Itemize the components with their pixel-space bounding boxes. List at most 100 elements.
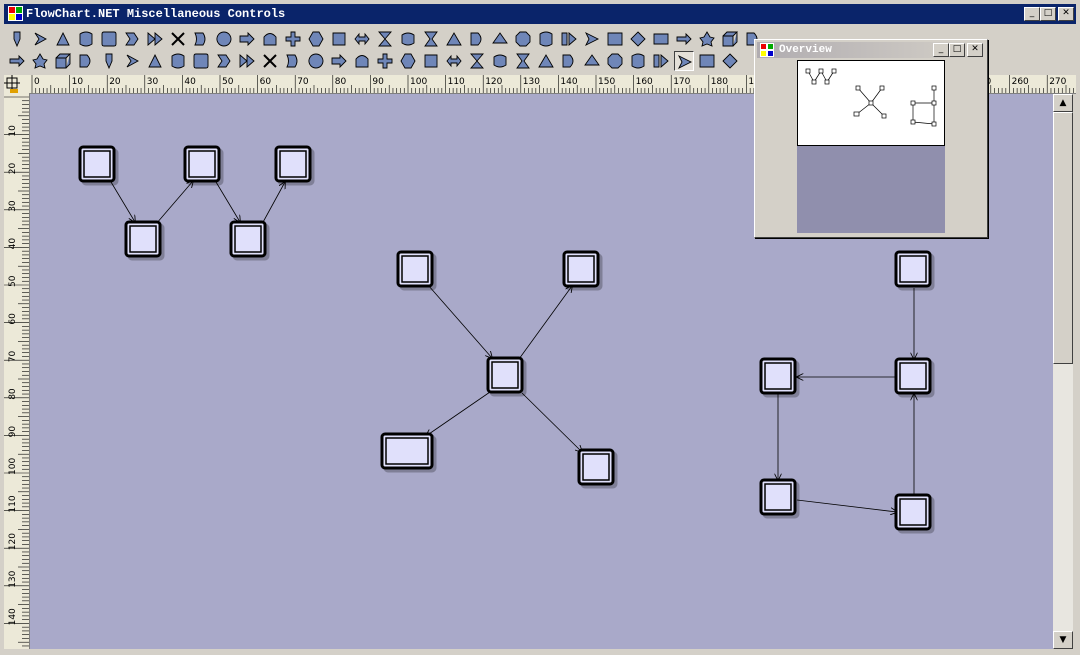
scroll-down-button[interactable]: ▼: [1053, 631, 1073, 649]
notch-rect-shape-tool-button[interactable]: [605, 51, 625, 71]
diagram-node[interactable]: [894, 250, 932, 288]
link[interactable]: [427, 284, 492, 358]
rect-shape-tool-button[interactable]: [7, 51, 27, 71]
link[interactable]: [261, 182, 285, 225]
close-button[interactable]: ✕: [1058, 7, 1074, 21]
delay-left-shape-tool-button[interactable]: [536, 29, 556, 49]
lightning-shape-tool-button[interactable]: [122, 51, 142, 71]
chevron-shape-tool-button[interactable]: [53, 29, 73, 49]
circle-shape-tool-button[interactable]: [697, 29, 717, 49]
overview-minimize-button[interactable]: _: [933, 43, 949, 57]
diagram-node[interactable]: [78, 145, 116, 183]
link[interactable]: [426, 391, 491, 436]
fast-forward-shape-tool-button[interactable]: [214, 29, 234, 49]
overview-maximize-button[interactable]: □: [949, 43, 965, 57]
d-shape-tool-button[interactable]: [421, 51, 441, 71]
double-chevron-shape-tool-button[interactable]: [76, 29, 96, 49]
down-triangle-shape-tool-button[interactable]: [720, 51, 740, 71]
delay-shape-tool-button[interactable]: [76, 51, 96, 71]
rounded-tab-shape-tool-button[interactable]: [513, 51, 533, 71]
collate-shape-tool-button[interactable]: [628, 29, 648, 49]
up-triangle-shape-tool-button[interactable]: [329, 29, 349, 49]
link[interactable]: [518, 286, 572, 360]
maximize-button[interactable]: □: [1040, 7, 1056, 21]
triangle-shape-tool-button[interactable]: [651, 51, 671, 71]
process-shape-tool-button[interactable]: [559, 51, 579, 71]
circle-shape-tool-button[interactable]: [375, 51, 395, 71]
flag-shape-tool-button[interactable]: [306, 51, 326, 71]
up-triangle-alt-shape-tool-button[interactable]: [352, 29, 372, 49]
merge-shape-tool-button[interactable]: [53, 51, 73, 71]
left-right-arrow-shape-tool-button[interactable]: [145, 29, 165, 49]
minimize-button[interactable]: _: [1024, 7, 1040, 21]
bracket-rect-shape-tool-button[interactable]: [490, 51, 510, 71]
document-shape-tool-button[interactable]: [145, 51, 165, 71]
overview-close-button[interactable]: ✕: [967, 43, 983, 57]
rect-frame-shape-tool-button[interactable]: [536, 51, 556, 71]
hourglass-shape-tool-button[interactable]: [306, 29, 326, 49]
link[interactable]: [796, 499, 897, 512]
diagram-node[interactable]: [274, 145, 312, 183]
play-outline-shape-tool-button[interactable]: [237, 29, 257, 49]
disk-shape-tool-button[interactable]: [490, 29, 510, 49]
package-shape-tool-button[interactable]: [582, 51, 602, 71]
cube-alt-shape-tool-button[interactable]: [352, 51, 372, 71]
rounded-square-shape-tool-button[interactable]: [697, 51, 717, 71]
diagram-node[interactable]: [486, 356, 524, 394]
triangle-shape-tool-button[interactable]: [30, 29, 50, 49]
diamond-shape-tool-button[interactable]: [559, 29, 579, 49]
diagram-node[interactable]: [894, 493, 932, 531]
rect-alt-shape-tool-button[interactable]: [720, 29, 740, 49]
hexagon-shape-tool-button[interactable]: [582, 29, 602, 49]
delay-shape-tool-button[interactable]: [191, 29, 211, 49]
scroll-up-button[interactable]: ▲: [1053, 94, 1073, 112]
cube-shape-tool-button[interactable]: [329, 51, 349, 71]
ruler-corner[interactable]: [4, 75, 29, 94]
rounded-rect-shape-tool-button[interactable]: [651, 29, 671, 49]
octagon-shape-tool-button[interactable]: [513, 29, 533, 49]
link[interactable]: [110, 181, 135, 222]
pentagon-shape-tool-button[interactable]: [467, 51, 487, 71]
card-shape-tool-button[interactable]: [214, 51, 234, 71]
link[interactable]: [521, 392, 582, 452]
play-shape-tool-button[interactable]: [168, 29, 188, 49]
down-triangle-shape-tool-button[interactable]: [191, 51, 211, 71]
diagram-node[interactable]: [124, 220, 162, 258]
overview-window[interactable]: Overview _ □ ✕: [754, 39, 988, 238]
right-arrow-shape-tool-button[interactable]: [99, 29, 119, 49]
rect-shape-tool-button[interactable]: [398, 29, 418, 49]
x-shape-tool-button[interactable]: [375, 29, 395, 49]
diagram-node[interactable]: [894, 357, 932, 395]
scrollbar-thumb[interactable]: [1053, 112, 1073, 364]
diagram-node[interactable]: [577, 448, 615, 486]
or-circle-shape-tool-button[interactable]: [99, 51, 119, 71]
pointer-shape-tool-button[interactable]: [7, 29, 27, 49]
title-bar[interactable]: FlowChart.NET Miscellaneous Controls _ □…: [4, 4, 1076, 24]
bowtie-shape-tool-button[interactable]: [283, 51, 303, 71]
play-box-shape-tool-button[interactable]: [30, 51, 50, 71]
diagram-node[interactable]: [229, 220, 267, 258]
cylinder-shape-tool-button[interactable]: [467, 29, 487, 49]
diagram-node[interactable]: [183, 145, 221, 183]
overview-title-bar[interactable]: Overview _ □ ✕: [757, 42, 983, 58]
cone-shape-tool-button[interactable]: [628, 51, 648, 71]
rounded-tab-shape-tool-button[interactable]: [260, 29, 280, 49]
link[interactable]: [215, 181, 240, 222]
diagram-node[interactable]: [396, 250, 434, 288]
cube-shape-tool-button[interactable]: [444, 29, 464, 49]
tape-shape-tool-button[interactable]: [260, 51, 280, 71]
down-triangle-alt-shape-tool-button[interactable]: [398, 51, 418, 71]
overview-panel[interactable]: [797, 60, 945, 233]
diagram-node[interactable]: [759, 357, 797, 395]
circle-cross-shape-tool-button[interactable]: [444, 51, 464, 71]
double-arrow-shape-tool-button[interactable]: [122, 29, 142, 49]
diagram-node[interactable]: [759, 478, 797, 516]
square-shape-tool-button[interactable]: [674, 51, 694, 71]
diagram-node[interactable]: [562, 250, 600, 288]
d-shape-tool-button[interactable]: [605, 29, 625, 49]
overview-viewport-frame[interactable]: [797, 60, 945, 146]
diagram-node[interactable]: [380, 432, 434, 470]
link[interactable]: [155, 181, 193, 225]
star-shape-tool-button[interactable]: [283, 29, 303, 49]
cross-shape-tool-button[interactable]: [421, 29, 441, 49]
